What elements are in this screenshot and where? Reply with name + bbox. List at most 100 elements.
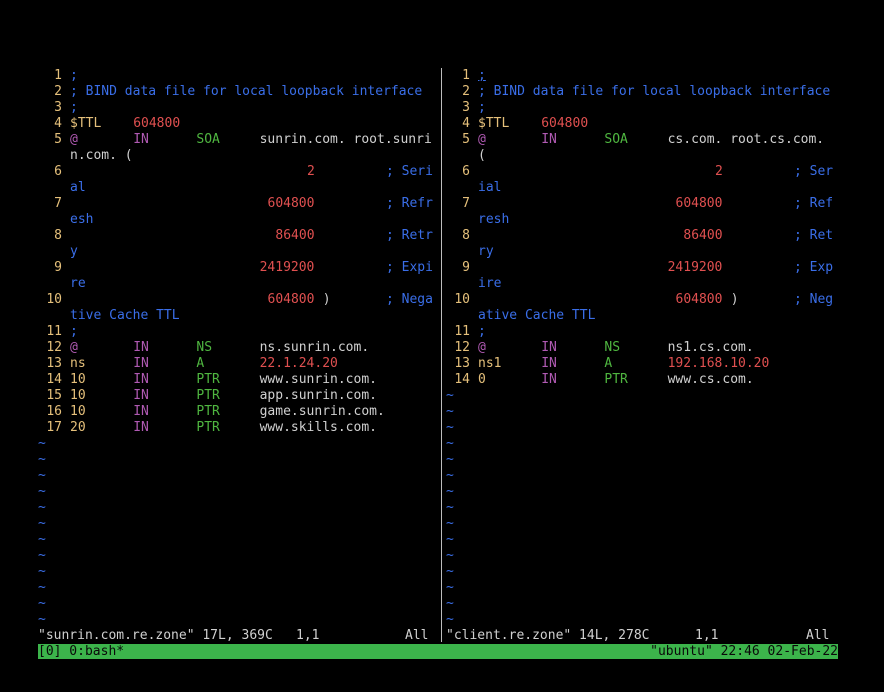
buffer-line[interactable]: esh	[38, 212, 438, 228]
line-number: 12	[46, 340, 62, 355]
code-token: ; BIND data file for local loopback inte…	[70, 84, 423, 99]
tilde-marker: ~	[446, 484, 454, 499]
code-token: 2	[307, 164, 315, 179]
code-token: ative Cache TTL	[478, 308, 596, 323]
buffer-line[interactable]: 14 0 IN PTR www.cs.com.	[446, 372, 840, 388]
buffer-line[interactable]: 12 @ IN NS ns1.cs.com.	[446, 340, 840, 356]
buffer-line[interactable]: ry	[446, 244, 840, 260]
buffer-line[interactable]: 2 ; BIND data file for local loopback int…	[38, 84, 438, 100]
code-token: 604800	[675, 292, 723, 307]
status-cursor-position: 1,1	[296, 628, 320, 643]
code-token: 10	[70, 404, 86, 419]
buffer-line[interactable]: 4 $TTL 604800	[38, 116, 438, 132]
tilde-marker: ~	[38, 564, 46, 579]
buffer-line[interactable]: 8 86400 ; Retr	[38, 228, 438, 244]
line-number: 15	[46, 388, 62, 403]
empty-line-tilde: ~	[38, 596, 438, 612]
buffer-line[interactable]: (	[446, 148, 840, 164]
buffer-line[interactable]: 10 604800) ; Nega	[38, 292, 438, 308]
buffer-line[interactable]: 13 ns IN A 22.1.24.20	[38, 356, 438, 372]
buffer-line[interactable]: 6 2 ; Ser	[446, 164, 840, 180]
code-token: 2419200	[259, 260, 315, 275]
tilde-marker: ~	[446, 388, 454, 403]
buffer-line[interactable]: 12 @ IN NS ns.sunrin.com.	[38, 340, 438, 356]
code-token: )	[730, 292, 739, 307]
status-line-left: "sunrin.com.re.zone" 17L, 369C 1,1 All	[38, 628, 438, 644]
code-token: ; Refr	[386, 196, 433, 211]
buffer-line[interactable]: ial	[446, 180, 840, 196]
code-token: @	[70, 340, 78, 355]
code-token: ; Seri	[386, 164, 433, 179]
buffer-line[interactable]: 3;	[38, 100, 438, 116]
code-token: 10	[70, 372, 86, 387]
code-token: ;	[478, 100, 486, 115]
tilde-marker: ~	[38, 596, 46, 611]
buffer-line[interactable]: 9 2419200 ; Exp	[446, 260, 840, 276]
buffer-line[interactable]: al	[38, 180, 438, 196]
buffer-line[interactable]: 6 2 ; Seri	[38, 164, 438, 180]
pane-divider[interactable]	[441, 68, 442, 642]
code-token: 20	[70, 420, 86, 435]
buffer-line[interactable]: 2 ; BIND data file for local loopback int…	[446, 84, 840, 100]
tilde-marker: ~	[446, 580, 454, 595]
buffer-line[interactable]: 16 10 IN PTR game.sunrin.com.	[38, 404, 438, 420]
code-token: 86400	[275, 228, 315, 243]
buffer-line[interactable]: ire	[446, 276, 840, 292]
buffer-line[interactable]: 5 @ IN SOA sunrin.com. root.sunri	[38, 132, 438, 148]
code-token: IN	[541, 340, 557, 355]
buffer-line[interactable]: 1;	[38, 68, 438, 84]
buffer-line[interactable]: 4 $TTL 604800	[446, 116, 840, 132]
buffer-line[interactable]: 14 10 IN PTR www.sunrin.com.	[38, 372, 438, 388]
code-token: IN	[133, 340, 149, 355]
buffer-line[interactable]: 7 604800 ; Refr	[38, 196, 438, 212]
status-line-right: "client.re.zone" 14L, 278C 1,1 All	[446, 628, 840, 644]
buffer-line[interactable]: 3;	[446, 100, 840, 116]
tmux-window-list[interactable]: [0] 0:bash*	[38, 644, 124, 659]
buffer-line[interactable]: 15 10 IN PTR app.sunrin.com.	[38, 388, 438, 404]
buffer-line[interactable]: 17 20 IN PTR www.skills.com.	[38, 420, 438, 436]
buffer-line[interactable]: 11;	[38, 324, 438, 340]
buffer-line[interactable]: 7 604800 ; Ref	[446, 196, 840, 212]
empty-line-tilde: ~	[446, 596, 840, 612]
code-token: ns	[70, 356, 86, 371]
empty-line-tilde: ~	[38, 612, 438, 628]
buffer-line[interactable]: 9 2419200 ; Expi	[38, 260, 438, 276]
vim-pane-left[interactable]: 1; 2; BIND data file for local loopback i…	[38, 68, 438, 628]
buffer-line[interactable]: tive Cache TTL	[38, 308, 438, 324]
code-token: 604800	[541, 116, 589, 131]
tilde-marker: ~	[38, 580, 46, 595]
line-number: 11	[46, 324, 62, 339]
code-token: IN	[541, 132, 557, 147]
buffer-line[interactable]: 8 86400 ; Ret	[446, 228, 840, 244]
buffer-line[interactable]: 11;	[446, 324, 840, 340]
code-token: www.sunrin.com.	[259, 372, 377, 387]
line-number: 8	[462, 228, 470, 243]
code-token: www.skills.com.	[259, 420, 377, 435]
buffer-line[interactable]: resh	[446, 212, 840, 228]
line-number: 11	[454, 324, 470, 339]
vim-pane-right[interactable]: 1; 2; BIND data file for local loopback i…	[446, 68, 840, 628]
empty-line-tilde: ~	[446, 516, 840, 532]
status-scroll: All	[806, 628, 830, 643]
tilde-marker: ~	[446, 596, 454, 611]
empty-line-tilde: ~	[446, 500, 840, 516]
buffer-line[interactable]: 10 604800) ; Neg	[446, 292, 840, 308]
tilde-marker: ~	[446, 452, 454, 467]
line-number: 17	[46, 420, 62, 435]
tilde-marker: ~	[446, 436, 454, 451]
buffer-line[interactable]: ative Cache TTL	[446, 308, 840, 324]
buffer-line[interactable]: y	[38, 244, 438, 260]
buffer-line[interactable]: n.com. (	[38, 148, 438, 164]
code-token: $TTL	[70, 116, 102, 131]
buffer-line[interactable]: 5 @ IN SOA cs.com. root.cs.com.	[446, 132, 840, 148]
buffer-line[interactable]: 13 ns1 IN A 192.168.10.20	[446, 356, 840, 372]
code-token: 2419200	[667, 260, 723, 275]
status-scroll: All	[405, 628, 429, 643]
code-token: 604800	[133, 116, 181, 131]
code-token: ; Ret	[794, 228, 834, 243]
buffer-line[interactable]: 1;	[446, 68, 840, 84]
line-number: 12	[454, 340, 470, 355]
code-token: ; Ser	[794, 164, 834, 179]
buffer-line[interactable]: re	[38, 276, 438, 292]
empty-line-tilde: ~	[38, 484, 438, 500]
